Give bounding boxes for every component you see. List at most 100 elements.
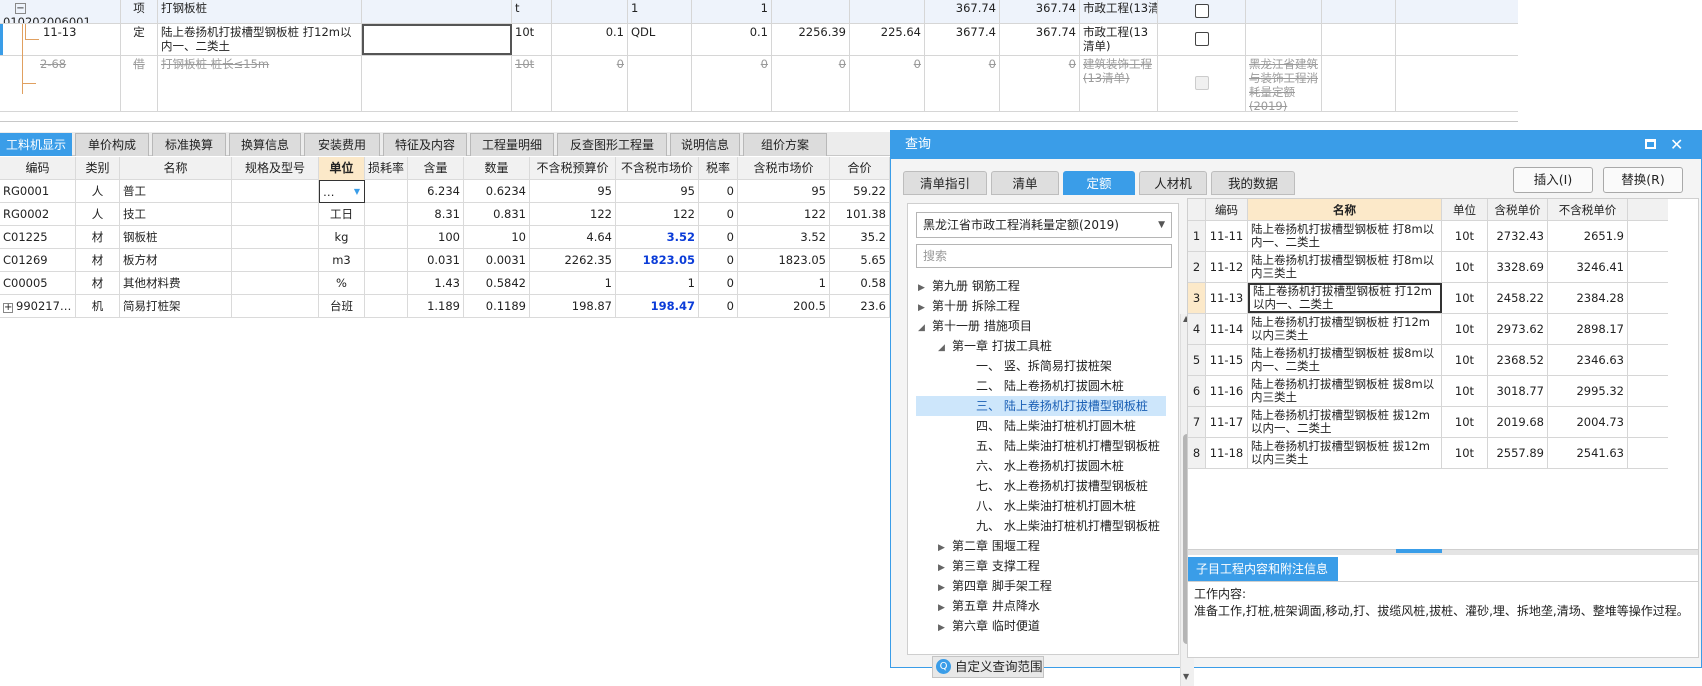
tree-node[interactable]: 八、 水上柴油打桩机打圆木桩 xyxy=(916,496,1166,516)
column-header[interactable]: 损耗率 xyxy=(365,157,408,180)
tree-node[interactable]: ▶ 第九册 钢筋工程 xyxy=(916,276,1166,296)
column-header[interactable]: 编码 xyxy=(0,157,76,180)
item-row[interactable]: 2-68 借 打钢板桩 桩长≤15m 10t 0 0 0 0 0 0 建筑装饰工程(13清单) 黑龙江… xyxy=(0,56,1518,112)
column-header[interactable]: 规格及型号 xyxy=(232,157,319,180)
tab-5[interactable]: 特征及内容 xyxy=(383,133,467,156)
tree-node[interactable]: ▶ 第二章 围堰工程 xyxy=(916,536,1166,556)
tree-node[interactable]: 三、 陆上卷扬机打拔槽型钢板桩 xyxy=(916,396,1166,416)
resource-content[interactable]: 8.31 xyxy=(408,203,464,226)
tree-arrow-icon[interactable]: ▶ xyxy=(938,558,952,578)
tree-node[interactable]: 九、 水上柴油打桩机打槽型钢板桩 xyxy=(916,516,1166,536)
result-column-header[interactable]: 单位 xyxy=(1442,199,1488,220)
resource-row[interactable]: C01269 材 板方材 m3 0.031 0.0031 2262.35 1823.05 0 18… xyxy=(0,249,890,272)
item-row[interactable]: 11-13 定 陆上卷扬机打拔槽型钢板桩 打12m以内一、二类土 10t 0.1 QDL 0… xyxy=(0,24,1518,56)
tab-0[interactable]: 工料机显示 xyxy=(0,133,72,156)
tree-node[interactable]: ▶ 第十册 拆除工程 xyxy=(916,296,1166,316)
tab-6[interactable]: 工程量明细 xyxy=(470,133,554,156)
column-header[interactable]: 名称 xyxy=(120,157,232,180)
tab-2[interactable]: 标准换算 xyxy=(152,133,226,156)
tab-3[interactable]: 换算信息 xyxy=(229,133,301,156)
tree-node[interactable]: 一、 竖、拆简易打拔桩架 xyxy=(916,356,1166,376)
column-header[interactable]: 单位 xyxy=(319,157,365,180)
chevron-down-icon[interactable]: ▼ xyxy=(354,181,360,202)
result-row[interactable]: 5 11-15 陆上卷扬机打拔槽型钢板桩 拔8m以内一、二类土 10t 2368.52 2… xyxy=(1188,345,1668,376)
maximize-icon[interactable] xyxy=(1645,139,1656,149)
result-row[interactable]: 2 11-12 陆上卷扬机打拔槽型钢板桩 打8m以内三类土 10t 3328.69 324… xyxy=(1188,252,1668,283)
tree-node[interactable]: 二、 陆上卷扬机打拔圆木桩 xyxy=(916,376,1166,396)
tree-node[interactable]: 五、 陆上柴油打桩机打槽型钢板桩 xyxy=(916,436,1166,456)
result-row[interactable]: 4 11-14 陆上卷扬机打拔槽型钢板桩 打12m以内三类土 10t 2973.62 28… xyxy=(1188,314,1668,345)
item-row[interactable]: −010202006001 项 打钢板桩 t 1 1 367.74 367.74 市政工程(13… xyxy=(0,0,1518,24)
resource-unit[interactable]: m3 xyxy=(319,249,365,272)
info-tab[interactable]: 子目工程内容和附注信息 xyxy=(1188,557,1338,581)
resource-unit[interactable]: 工日 xyxy=(319,203,365,226)
resource-row[interactable]: +990217… 机 简易打桩架 台班 1.189 0.1189 198.87 198.47 0… xyxy=(0,295,890,318)
tree-arrow-icon[interactable]: ◢ xyxy=(938,338,952,358)
tree-arrow-icon[interactable]: ▶ xyxy=(938,538,952,558)
replace-button[interactable]: 替换(R) xyxy=(1603,167,1683,193)
close-icon[interactable]: ✕ xyxy=(1670,131,1683,159)
resource-market[interactable]: 198.47 xyxy=(616,295,699,318)
tree-node[interactable]: 六、 水上卷扬机打拔圆木桩 xyxy=(916,456,1166,476)
resource-content[interactable]: 1.43 xyxy=(408,272,464,295)
row-checkbox[interactable] xyxy=(1194,32,1209,46)
tree-node[interactable]: ▶ 第四章 脚手架工程 xyxy=(916,576,1166,596)
resource-content[interactable]: 1.189 xyxy=(408,295,464,318)
resource-unit[interactable]: 台班 xyxy=(319,295,365,318)
result-column-header[interactable]: 编码 xyxy=(1206,199,1248,220)
resource-unit[interactable]: % xyxy=(319,272,365,295)
resource-unit[interactable]: kg xyxy=(319,226,365,249)
resource-market[interactable]: 3.52 xyxy=(616,226,699,249)
search-input[interactable]: 搜索 xyxy=(916,244,1172,268)
splitter-grip[interactable] xyxy=(1396,549,1442,553)
resource-market[interactable]: 122 xyxy=(616,203,699,226)
result-column-header[interactable]: 不含税单价 xyxy=(1548,199,1628,220)
tab-4[interactable]: 安装费用 xyxy=(304,133,380,156)
insert-button[interactable]: 插入(I) xyxy=(1513,167,1593,193)
resource-row[interactable]: C01225 材 钢板桩 kg 100 10 4.64 3.52 0 3.52 35.2 xyxy=(0,226,890,249)
tree-node[interactable]: ▶ 第六章 临时便道 xyxy=(916,616,1166,636)
dialog-tab-3[interactable]: 人材机 xyxy=(1139,171,1207,195)
resource-row[interactable]: RG0002 人 技工 工日 8.31 0.831 122 122 0 122 101.38 xyxy=(0,203,890,226)
tab-1[interactable]: 单价构成 xyxy=(75,133,149,156)
result-row[interactable]: 1 11-11 陆上卷扬机打拔槽型钢板桩 打8m以内一、二类土 10t 2732.43 2… xyxy=(1188,221,1668,252)
collapse-icon[interactable]: − xyxy=(15,3,26,14)
resource-market[interactable]: 95 xyxy=(616,180,699,203)
resource-content[interactable]: 6.234 xyxy=(408,180,464,203)
dialog-tab-1[interactable]: 清单 xyxy=(991,171,1059,195)
tab-8[interactable]: 说明信息 xyxy=(670,133,740,156)
dialog-tab-0[interactable]: 清单指引 xyxy=(903,171,987,195)
resource-unit[interactable]: … ▼ xyxy=(319,180,365,203)
column-header[interactable]: 含税市场价 xyxy=(738,157,830,180)
resource-row[interactable]: C00005 材 其他材料费% 1.43 0.5842 1 1 0 1 0.58 xyxy=(0,272,890,295)
tree-node[interactable]: 七、 水上卷扬机打拔槽型钢板桩 xyxy=(916,476,1166,496)
resource-content[interactable]: 0.031 xyxy=(408,249,464,272)
result-row[interactable]: 8 11-18 陆上卷扬机打拔槽型钢板桩 拔12m以内三类土 10t 2557.89 25… xyxy=(1188,438,1668,469)
tree-arrow-icon[interactable]: ▶ xyxy=(918,298,932,318)
result-row[interactable]: 6 11-16 陆上卷扬机打拔槽型钢板桩 拔8m以内三类土 10t 3018.77 299… xyxy=(1188,376,1668,407)
result-column-header[interactable]: 含税单价 xyxy=(1488,199,1548,220)
tree-node[interactable]: ◢ 第十一册 措施项目 xyxy=(916,316,1166,336)
result-column-header[interactable]: 名称 xyxy=(1248,199,1442,220)
tree-arrow-icon[interactable]: ▶ xyxy=(918,278,932,298)
tab-7[interactable]: 反查图形工程量 xyxy=(557,133,667,156)
row-checkbox[interactable] xyxy=(1194,76,1209,90)
column-header[interactable]: 数量 xyxy=(464,157,530,180)
resource-content[interactable]: 100 xyxy=(408,226,464,249)
result-row[interactable]: 3 11-13 陆上卷扬机打拔槽型钢板桩 打12m以内一、二类土 10t 2458.22… xyxy=(1188,283,1668,314)
column-header[interactable]: 含量 xyxy=(408,157,464,180)
row-checkbox[interactable] xyxy=(1194,4,1209,18)
tree-arrow-icon[interactable]: ▶ xyxy=(938,598,952,618)
tree-arrow-icon[interactable]: ◢ xyxy=(918,318,932,338)
resource-market[interactable]: 1 xyxy=(616,272,699,295)
column-header[interactable]: 类别 xyxy=(76,157,120,180)
result-row[interactable]: 7 11-17 陆上卷扬机打拔槽型钢板桩 拔12m以内一、二类土 10t 2019.68… xyxy=(1188,407,1668,438)
dialog-tab-2[interactable]: 定额 xyxy=(1063,171,1135,195)
column-header[interactable]: 不含税市场价 xyxy=(616,157,699,180)
column-header[interactable]: 合价 xyxy=(830,157,890,180)
library-select[interactable]: 黑龙江省市政工程消耗量定额(2019) ▼ xyxy=(916,212,1172,238)
dialog-tab-4[interactable]: 我的数据 xyxy=(1211,171,1295,195)
tab-9[interactable]: 组价方案 xyxy=(743,133,827,156)
custom-scope-button[interactable]: Q 自定义查询范围 xyxy=(932,656,1044,678)
splitter-handle[interactable] xyxy=(1188,549,1698,555)
